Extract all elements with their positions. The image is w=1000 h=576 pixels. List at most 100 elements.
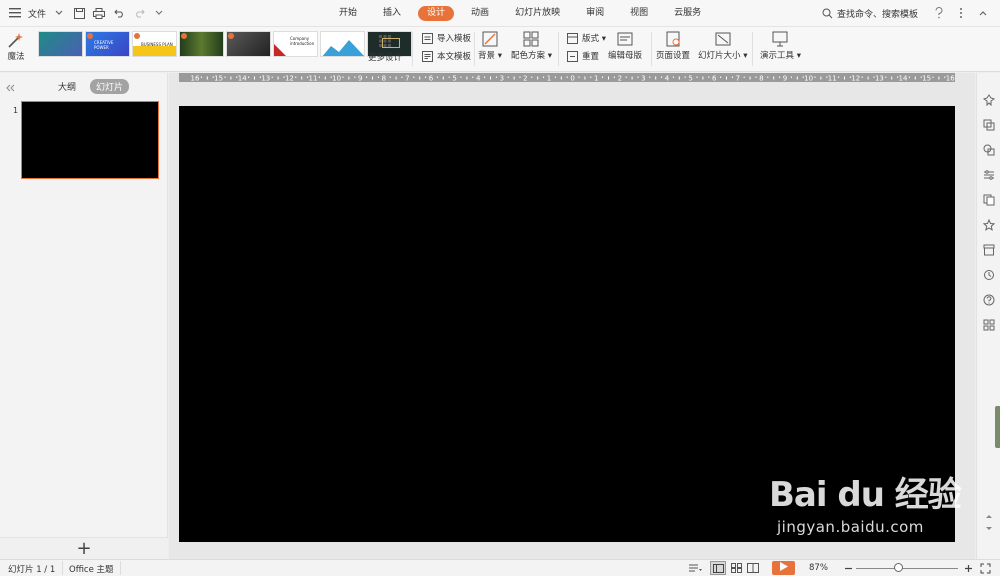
this-template-button[interactable]: 本文模板: [420, 49, 471, 63]
file-menu[interactable]: 文件: [28, 7, 46, 20]
hamburger-menu-icon[interactable]: [8, 6, 22, 20]
scroll-up-icon[interactable]: [982, 509, 996, 523]
copy-icon[interactable]: [982, 193, 996, 207]
theme-name[interactable]: Office 主题: [69, 563, 114, 575]
tab-slides[interactable]: 幻灯片: [90, 79, 130, 94]
ruler-tick: [554, 76, 556, 78]
ruler-tick: [820, 76, 822, 80]
template-thumb-5[interactable]: [226, 31, 271, 57]
pin-icon[interactable]: [982, 93, 996, 107]
color-scheme-button[interactable]: 配色方案 ▾: [511, 29, 552, 61]
tab-slideshow[interactable]: 幻灯片放映: [506, 6, 569, 21]
undo-icon[interactable]: [112, 6, 126, 20]
more-options-icon[interactable]: [954, 6, 968, 20]
template-thumb-7[interactable]: [320, 31, 365, 57]
ruler-tick: [655, 76, 657, 80]
ribbon-separator: [558, 32, 559, 66]
tab-design[interactable]: 设计: [418, 6, 455, 21]
ruler-tick: [861, 76, 863, 78]
ruler-tick: [885, 76, 887, 78]
archive-icon[interactable]: [982, 243, 996, 257]
chevron-down-icon[interactable]: [52, 6, 66, 20]
floating-panel-handle[interactable]: [995, 406, 1000, 448]
presentation-tools-button[interactable]: 演示工具 ▾: [760, 29, 801, 61]
zoom-level[interactable]: 87%: [809, 563, 828, 573]
ruler-tick: [661, 76, 663, 78]
search-icon[interactable]: [821, 6, 835, 20]
status-bar: 幻灯片 1 / 1 Office 主题 87%: [0, 559, 1000, 576]
ruler-tick: [678, 76, 680, 80]
ruler-tick: [755, 76, 757, 78]
ruler-label: 16: [946, 75, 955, 83]
apps-grid-icon[interactable]: [982, 318, 996, 332]
ruler-label: 15: [922, 75, 931, 83]
template-thumb-4[interactable]: [179, 31, 224, 57]
tab-home[interactable]: 开始: [330, 6, 366, 21]
ruler-label: 10: [332, 75, 341, 83]
template-thumb-1[interactable]: [38, 31, 83, 57]
ruler-label: 12: [285, 75, 294, 83]
notes-icon[interactable]: [688, 561, 702, 575]
template-thumb-2[interactable]: CREATIVE POWER: [85, 31, 130, 57]
properties-icon[interactable]: [982, 168, 996, 182]
ruler-tick: [767, 76, 769, 78]
zoom-out-icon[interactable]: [841, 561, 855, 575]
page-setup-button[interactable]: 页面设置: [656, 29, 690, 61]
tab-outline[interactable]: 大纲: [52, 79, 82, 94]
edit-master-button[interactable]: 编辑母版: [608, 29, 642, 61]
collapse-panel-icon[interactable]: [4, 81, 18, 95]
ruler-tick: [672, 76, 674, 78]
collapse-ribbon-icon[interactable]: [976, 6, 990, 20]
more-designs-button[interactable]: 更多设计: [368, 31, 402, 63]
edit-master-label: 编辑母版: [608, 51, 643, 61]
reading-view-icon[interactable]: [746, 561, 760, 575]
history-icon[interactable]: [982, 268, 996, 282]
tab-cloud-service[interactable]: 云服务: [665, 6, 710, 21]
tab-view[interactable]: 视图: [621, 6, 657, 21]
help-circle-icon[interactable]: [982, 293, 996, 307]
reset-button[interactable]: 重置: [565, 49, 599, 63]
shapes-icon[interactable]: [982, 143, 996, 157]
zoom-slider-thumb[interactable]: [894, 563, 904, 572]
ruler-tick: [637, 76, 639, 78]
slide-size-button[interactable]: 幻灯片大小 ▾: [698, 29, 747, 61]
watermark-url: jingyan.baidu.com: [777, 518, 924, 536]
save-icon[interactable]: [72, 6, 86, 20]
ribbon-tabs: 开始 插入 设计 动画 幻灯片放映 审阅 视图 云服务: [330, 6, 718, 21]
layout-button[interactable]: 版式 ▾: [565, 31, 606, 45]
ribbon-design: 魔法 CREATIVE POWER BUSINESS PLAN Company …: [0, 27, 1000, 72]
ruler-label: 8: [759, 75, 763, 83]
quick-access-dropdown-icon[interactable]: [152, 6, 166, 20]
add-slide-button[interactable]: +: [0, 537, 168, 559]
background-button[interactable]: 背景 ▾: [478, 29, 502, 61]
print-icon[interactable]: [92, 6, 106, 20]
zoom-in-icon[interactable]: [961, 561, 975, 575]
ruler-tick: [814, 76, 816, 78]
normal-view-icon[interactable]: [710, 561, 726, 575]
play-slideshow-button[interactable]: [772, 561, 795, 575]
tab-insert[interactable]: 插入: [374, 6, 410, 21]
magic-button[interactable]: 魔法: [6, 30, 26, 62]
ruler-tick: [749, 76, 751, 80]
import-template-button[interactable]: 导入模板: [420, 31, 471, 45]
redo-icon[interactable]: [132, 6, 146, 20]
zoom-slider[interactable]: [856, 568, 958, 569]
ruler-label: 2: [618, 75, 622, 83]
ruler-tick: [248, 76, 250, 78]
layers-icon[interactable]: [982, 118, 996, 132]
menubar-left: 文件: [8, 6, 166, 20]
fit-window-icon[interactable]: [978, 561, 992, 575]
slide-sorter-icon[interactable]: [729, 561, 743, 575]
tab-review[interactable]: 审阅: [577, 6, 613, 21]
star-icon[interactable]: [982, 218, 996, 232]
template-thumb-3[interactable]: BUSINESS PLAN: [132, 31, 177, 57]
command-search-box[interactable]: 查找命令、搜索模板: [837, 7, 918, 20]
slide-thumbnail[interactable]: [21, 101, 159, 179]
horizontal-ruler: 16 15 14 13 12 11 10 9 8 7 6 5 4 3 2 1 0 1 2 3 4 5 6 7 8 9 10 11 12 1…: [179, 73, 955, 82]
help-icon[interactable]: [932, 6, 946, 20]
template-thumb-6[interactable]: Company introduction: [273, 31, 318, 57]
import-template-icon: [420, 31, 434, 45]
tab-animation[interactable]: 动画: [462, 6, 498, 21]
scroll-down-icon[interactable]: [982, 522, 996, 536]
slide-size-icon: [713, 29, 733, 49]
